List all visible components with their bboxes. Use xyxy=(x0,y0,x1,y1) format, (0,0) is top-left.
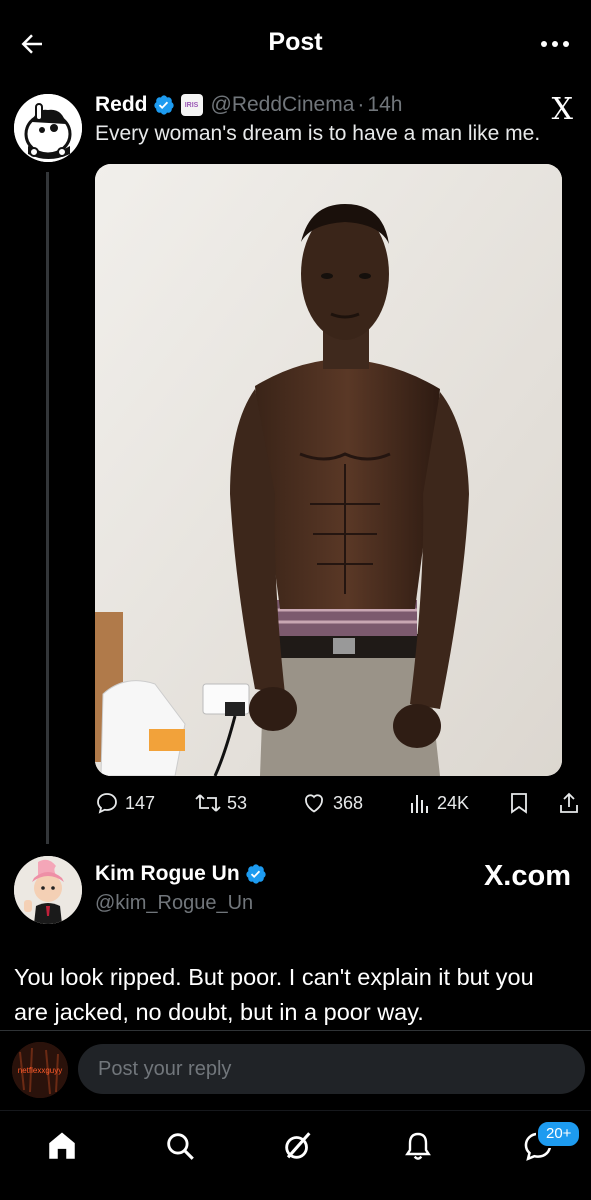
search-icon xyxy=(167,1133,194,1160)
reply-author-handle: @kim_Rogue_Un xyxy=(95,892,254,914)
analytics-icon xyxy=(411,795,428,813)
post-author-row: Redd IRIS @ReddCinema · 14h xyxy=(95,90,402,120)
reply-icon xyxy=(97,793,117,814)
reply-author-avatar[interactable] xyxy=(14,856,82,924)
reply-text: You look ripped. But poor. I can't expla… xyxy=(14,964,534,1025)
reply-author-row: Kim Rogue Un xyxy=(95,862,273,886)
thread-connector xyxy=(46,172,49,844)
affiliate-badge[interactable]: IRIS xyxy=(180,94,203,116)
man-shirtless-photo xyxy=(95,164,562,776)
author-handle: @ReddCinema xyxy=(210,93,355,116)
verified-badge-icon xyxy=(153,95,174,115)
child-avatar-image xyxy=(14,856,82,924)
post-photo[interactable] xyxy=(95,164,562,776)
heart-icon xyxy=(305,794,323,813)
views-count: 24K xyxy=(437,792,470,813)
cartoon-avatar-image xyxy=(14,94,82,162)
top-bar: Post xyxy=(0,0,591,86)
home-icon xyxy=(49,1132,75,1159)
share-button[interactable] xyxy=(557,786,581,820)
nav-notifications[interactable] xyxy=(398,1126,438,1166)
author-avatar[interactable] xyxy=(14,94,82,162)
avatar-label: netflexxguyy xyxy=(17,1066,63,1075)
nav-home[interactable] xyxy=(42,1126,82,1166)
current-user-avatar[interactable]: netflexxguyy xyxy=(12,1042,68,1098)
page-title: Post xyxy=(268,28,323,56)
xcom-watermark: X.com xyxy=(483,860,571,892)
post-actions: 147 53 368 24K xyxy=(95,786,585,820)
bottom-nav-divider xyxy=(0,1110,591,1111)
reply-author-name[interactable]: Kim Rogue Un xyxy=(95,862,240,886)
bell-icon xyxy=(405,1132,431,1160)
reply-count: 147 xyxy=(125,792,156,813)
repost-icon xyxy=(195,794,221,812)
meta-separator: · xyxy=(357,93,365,116)
reply-action[interactable]: 147 xyxy=(95,786,155,820)
nav-grok[interactable] xyxy=(278,1126,318,1166)
repost-action[interactable]: 53 xyxy=(195,786,247,820)
nav-search[interactable] xyxy=(160,1126,200,1166)
bookmark-button[interactable] xyxy=(509,786,529,820)
composer-divider xyxy=(0,1030,591,1031)
post-time[interactable]: 14h xyxy=(367,93,402,117)
x-watermark: X xyxy=(551,92,573,127)
more-button[interactable] xyxy=(537,30,573,58)
verified-badge-icon xyxy=(246,864,266,884)
post-text: Every woman's dream is to have a man lik… xyxy=(95,122,541,145)
views-action[interactable]: 24K xyxy=(409,786,469,820)
author-name[interactable]: Redd xyxy=(95,93,148,117)
like-count: 368 xyxy=(333,792,364,813)
repost-count: 53 xyxy=(227,792,248,813)
share-icon xyxy=(560,792,578,813)
notifications-badge: 20+ xyxy=(536,1120,582,1148)
reply-input[interactable] xyxy=(78,1044,585,1094)
like-action[interactable]: 368 xyxy=(301,786,363,820)
grok-icon xyxy=(285,1132,311,1159)
more-horizontal-icon xyxy=(541,41,569,47)
bookmark-icon xyxy=(511,793,527,814)
